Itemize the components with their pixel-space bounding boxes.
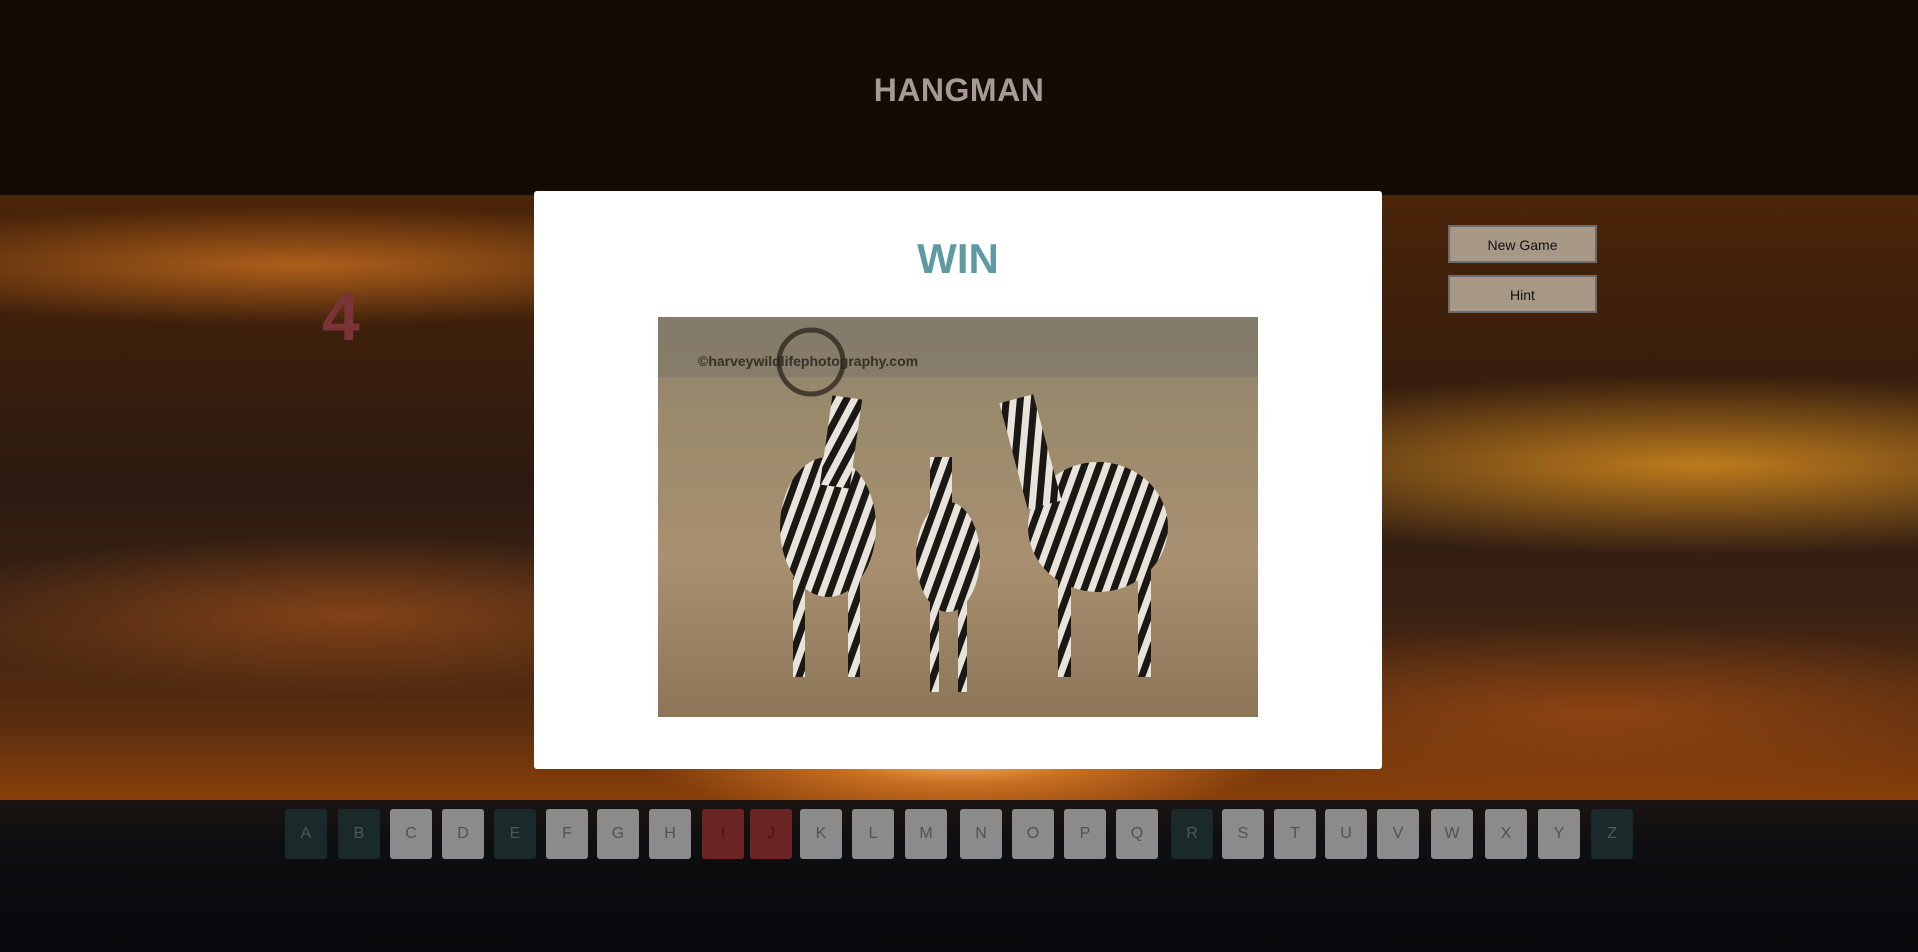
key-m[interactable]: M <box>905 809 947 859</box>
hint-button[interactable]: Hint <box>1448 275 1597 313</box>
answer-image: ©harveywildlifephotography.com <box>658 317 1258 717</box>
key-k[interactable]: K <box>800 809 842 859</box>
zebras-photo <box>658 317 1258 717</box>
letter-keyboard: ABCDEFGHIJKLMNOPQRSTUVWXYZ <box>285 809 1633 859</box>
key-d[interactable]: D <box>442 809 484 859</box>
key-q[interactable]: Q <box>1116 809 1158 859</box>
key-f[interactable]: F <box>546 809 588 859</box>
key-e[interactable]: E <box>494 809 536 859</box>
game-controls: New Game Hint <box>1448 225 1597 325</box>
key-v[interactable]: V <box>1377 809 1419 859</box>
key-l[interactable]: L <box>852 809 894 859</box>
key-c[interactable]: C <box>390 809 432 859</box>
page-title: HANGMAN <box>873 72 1045 108</box>
key-p[interactable]: P <box>1064 809 1106 859</box>
key-w[interactable]: W <box>1431 809 1473 859</box>
key-a[interactable]: A <box>285 809 327 859</box>
new-game-button[interactable]: New Game <box>1448 225 1597 263</box>
key-b[interactable]: B <box>338 809 380 859</box>
remaining-guesses-counter: 4 <box>322 279 360 355</box>
key-o[interactable]: O <box>1012 809 1054 859</box>
key-z[interactable]: Z <box>1591 809 1633 859</box>
key-u[interactable]: U <box>1325 809 1367 859</box>
key-r[interactable]: R <box>1171 809 1213 859</box>
photo-watermark: ©harveywildlifephotography.com <box>698 353 919 369</box>
key-y[interactable]: Y <box>1538 809 1580 859</box>
key-g[interactable]: G <box>597 809 639 859</box>
key-h[interactable]: H <box>649 809 691 859</box>
key-n[interactable]: N <box>960 809 1002 859</box>
key-x[interactable]: X <box>1485 809 1527 859</box>
result-title: WIN <box>917 235 999 282</box>
key-i[interactable]: I <box>702 809 744 859</box>
key-t[interactable]: T <box>1274 809 1316 859</box>
key-s[interactable]: S <box>1222 809 1264 859</box>
key-j[interactable]: J <box>750 809 792 859</box>
result-modal: WIN ©harveywildlifephotography.com <box>534 191 1382 769</box>
